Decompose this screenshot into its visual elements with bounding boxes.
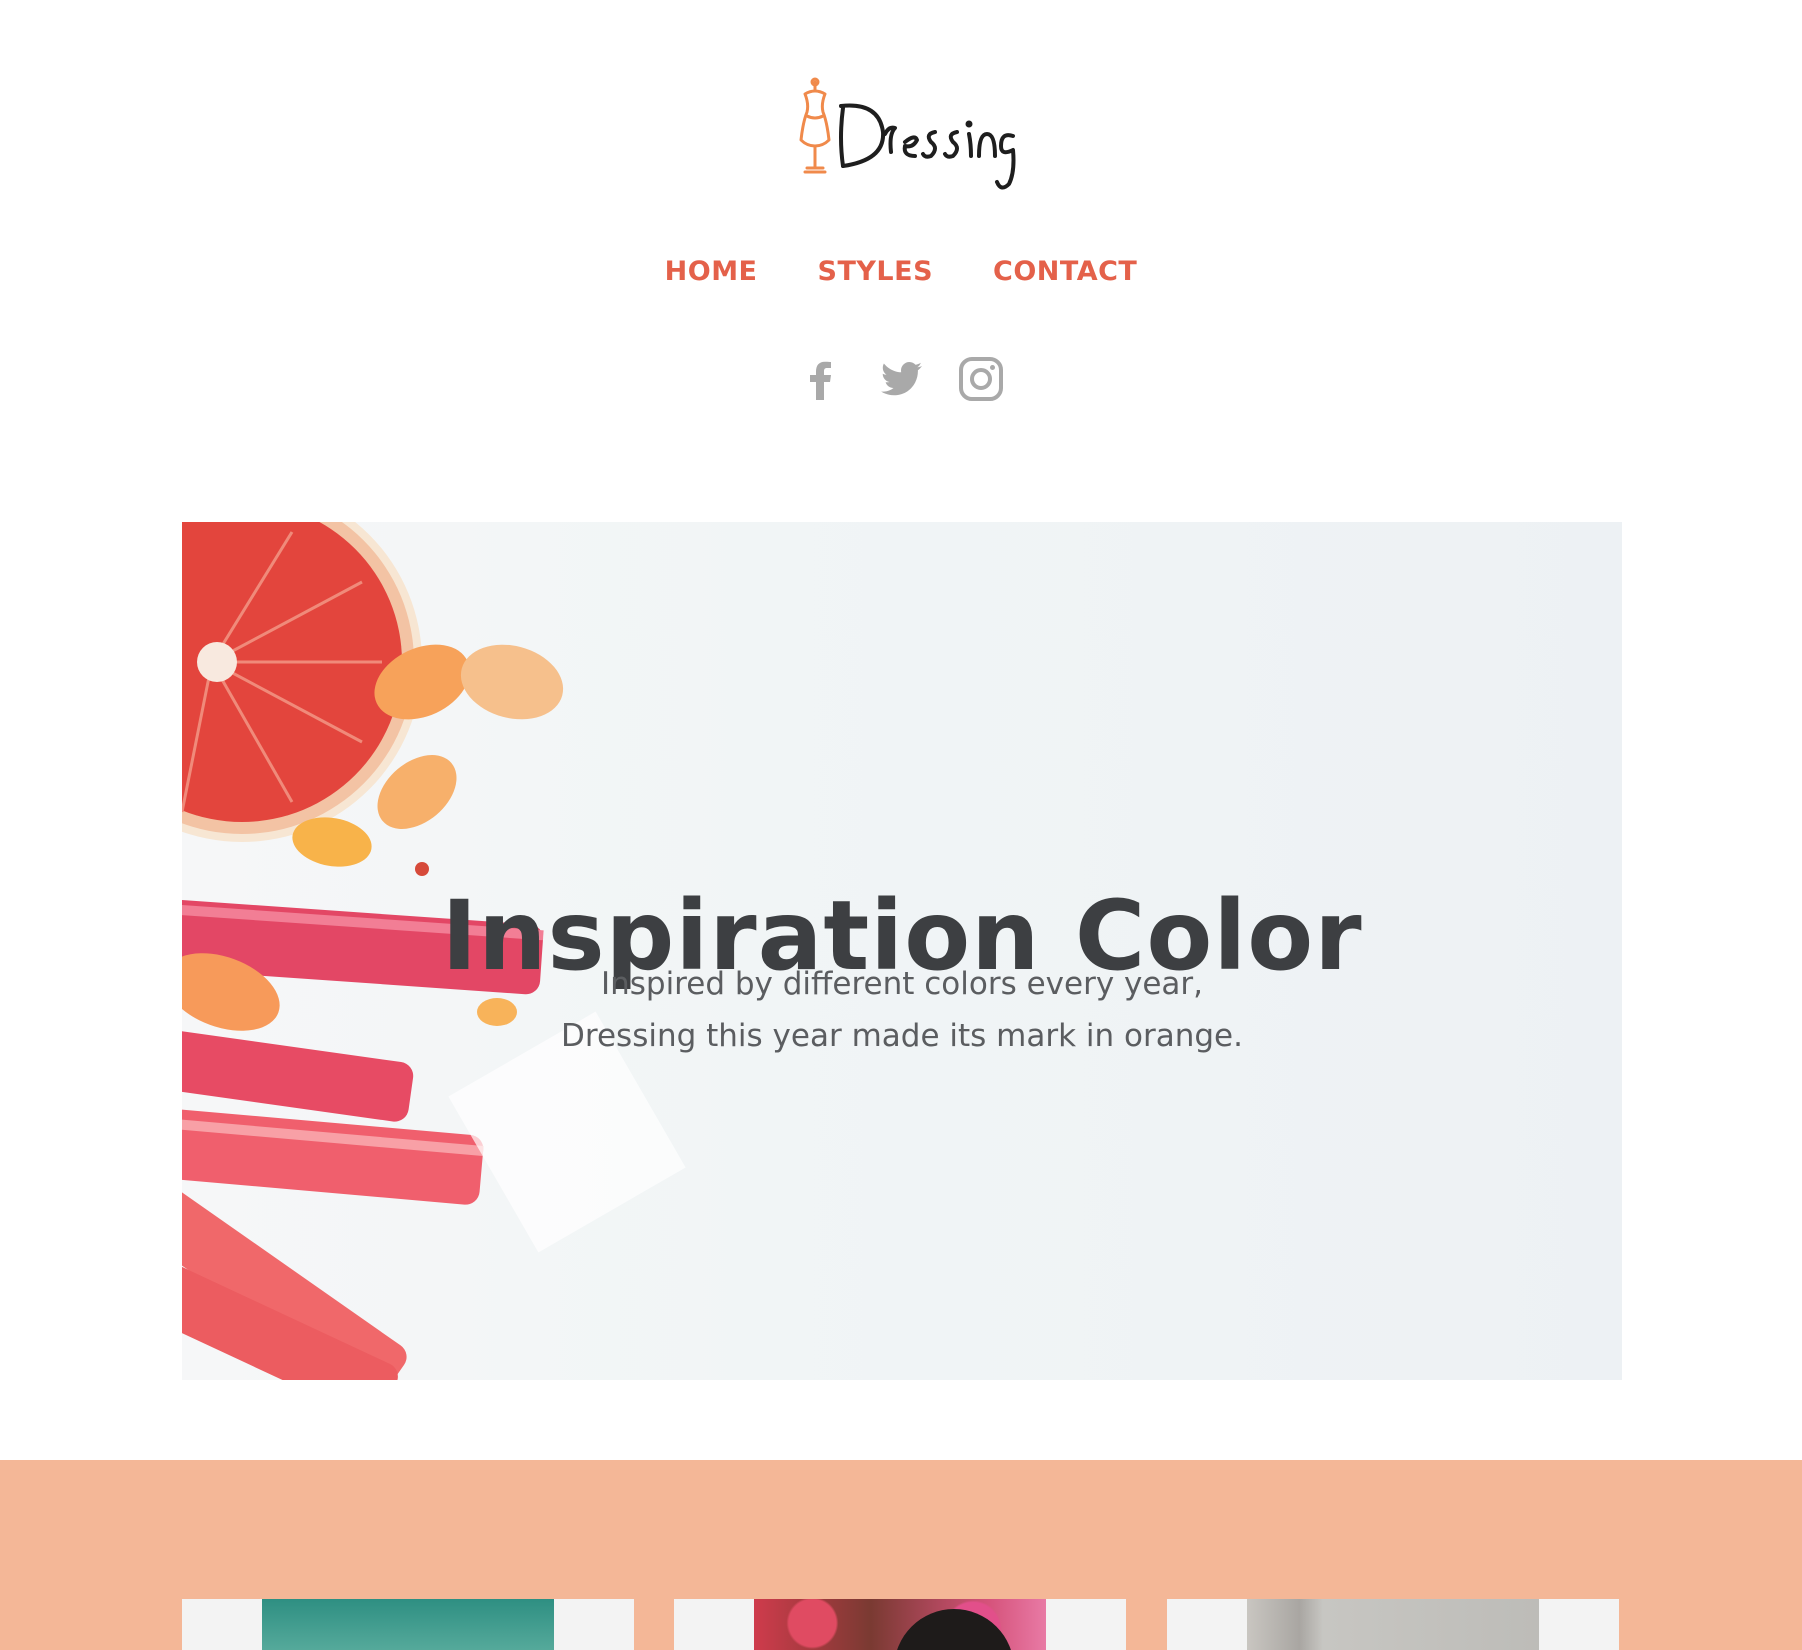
- style-card-3[interactable]: [1167, 1599, 1619, 1650]
- hero-subtitle: Inspired by different colors every year,…: [182, 958, 1622, 1062]
- dress-form-icon: [799, 77, 1016, 190]
- site-logo[interactable]: [787, 76, 1023, 196]
- style-card-1[interactable]: [182, 1599, 634, 1650]
- style-card-3-image: [1247, 1599, 1539, 1650]
- hero-subtitle-line-2: Dressing this year made its mark in oran…: [561, 1018, 1243, 1054]
- nav-contact[interactable]: CONTACT: [993, 252, 1137, 292]
- twitter-icon[interactable]: [878, 356, 924, 402]
- instagram-icon[interactable]: [958, 356, 1004, 402]
- hero-subtitle-line-1: Inspired by different colors every year,: [600, 966, 1204, 1002]
- main-nav: HOME STYLES CONTACT: [0, 252, 1802, 292]
- style-card-1-image: [262, 1599, 554, 1650]
- nav-home[interactable]: HOME: [665, 252, 758, 292]
- social-links: [0, 356, 1802, 402]
- hat-shape: [894, 1609, 1014, 1650]
- hero-banner: Inspiration Color Inspired by different …: [182, 522, 1622, 1380]
- featured-styles-section: [0, 1460, 1802, 1650]
- facebook-icon[interactable]: [798, 356, 844, 402]
- nav-styles[interactable]: STYLES: [818, 252, 934, 292]
- style-card-2[interactable]: [674, 1599, 1126, 1650]
- style-card-2-image: [754, 1599, 1046, 1650]
